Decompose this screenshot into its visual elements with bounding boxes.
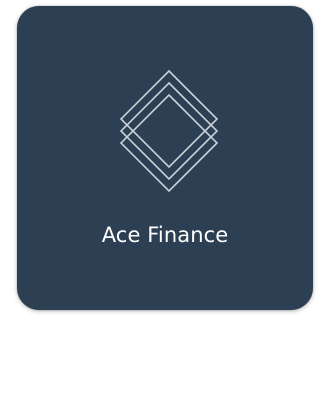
diamond-logo-icon <box>119 69 219 193</box>
logo-diamond-outline-top <box>119 69 219 169</box>
logo-diamond-outline-bottom <box>119 93 219 193</box>
app-icon-tile[interactable]: Ace Finance <box>17 6 313 310</box>
logo-diamond-outline-middle <box>119 81 219 181</box>
app-icon-stage: Ace Finance Ace Finance <box>0 0 319 394</box>
app-icon-reflection: Ace Finance <box>17 310 313 394</box>
app-name-label: Ace Finance <box>101 223 229 247</box>
